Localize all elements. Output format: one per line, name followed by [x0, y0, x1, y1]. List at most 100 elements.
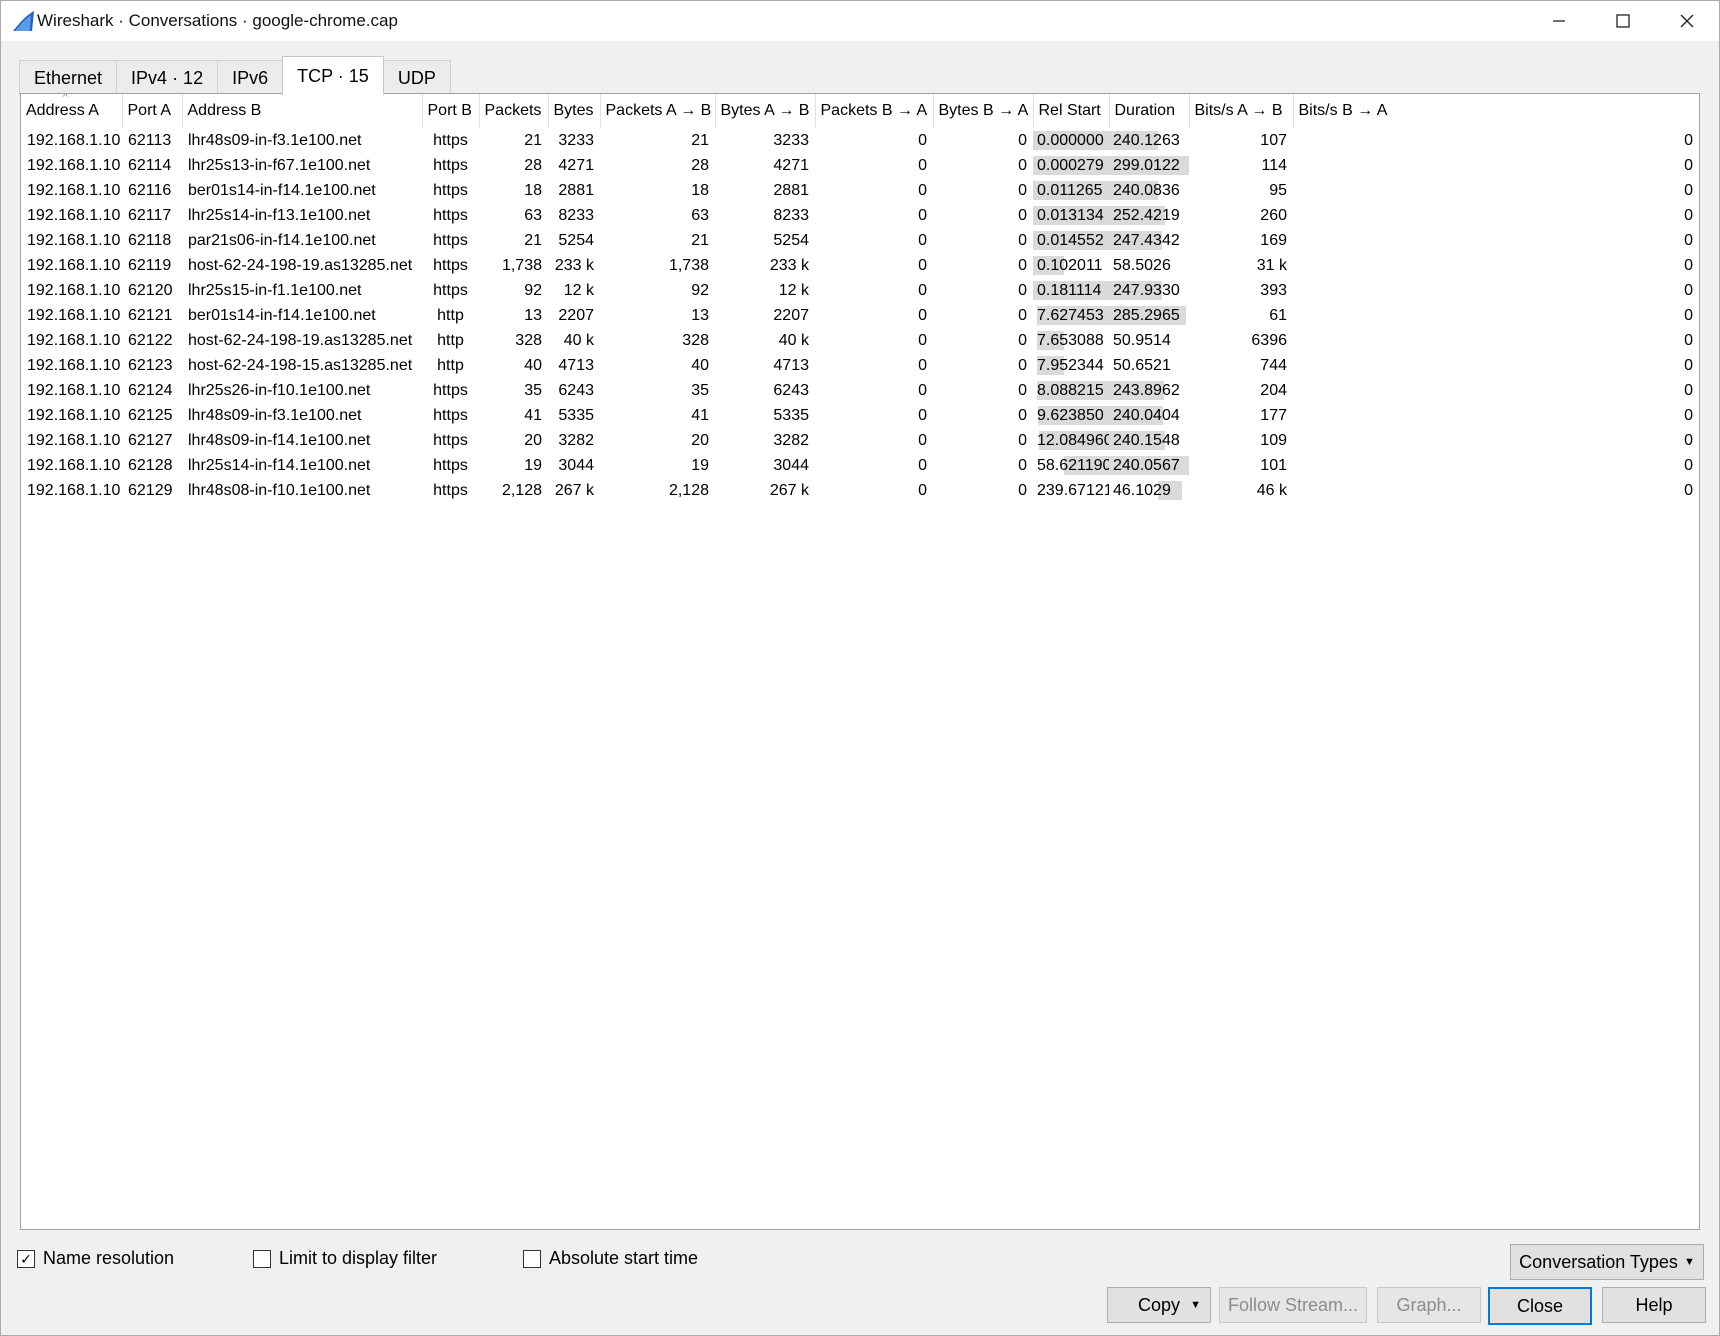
- absolute-start-checkbox[interactable]: [523, 1249, 541, 1268]
- limit-filter-option[interactable]: Limit to display filter: [253, 1248, 437, 1269]
- column-header[interactable]: Duration: [1109, 94, 1190, 128]
- table-row[interactable]: 192.168.1.10 62125 lhr48s09-in-f3.1e100.ne…: [21, 403, 1699, 428]
- table-cell: 192.168.1.10: [27, 331, 121, 349]
- table-cell: lhr25s14-in-f14.1e100.net: [188, 456, 371, 474]
- column-header[interactable]: Packets B → A: [815, 94, 934, 128]
- close-window-button[interactable]: [1655, 1, 1719, 41]
- title-bar[interactable]: Wireshark · Conversations · google-chrom…: [1, 1, 1719, 41]
- column-header[interactable]: Address B: [182, 94, 423, 128]
- table-row[interactable]: 192.168.1.10 62124 lhr25s26-in-f10.1e100.n…: [21, 378, 1699, 403]
- table-cell: 61: [1269, 306, 1287, 324]
- table-cell: lhr48s09-in-f14.1e100.net: [188, 431, 371, 449]
- table-cell-value: 7.627453: [1037, 306, 1104, 324]
- table-row[interactable]: 192.168.1.10 62119 host-62-24-198-19.as132…: [21, 253, 1699, 278]
- conversation-types-button[interactable]: Conversation Types ▼: [1510, 1244, 1704, 1280]
- table-cell: 5335: [558, 406, 594, 424]
- table-row[interactable]: 192.168.1.10 62129 lhr48s08-in-f10.1e100.n…: [21, 478, 1699, 503]
- table-cell: 7.653088: [1033, 328, 1109, 353]
- column-header[interactable]: Port B: [422, 94, 480, 128]
- table-cell: 299.0122: [1109, 153, 1189, 178]
- table-cell: 19: [524, 456, 542, 474]
- table-cell: 0: [1018, 281, 1027, 299]
- name-resolution-option[interactable]: ✓ Name resolution: [17, 1248, 174, 1269]
- table-row[interactable]: 192.168.1.10 62123 host-62-24-198-15.as132…: [21, 353, 1699, 378]
- table-cell: 204: [1260, 381, 1287, 399]
- table-cell: 177: [1260, 406, 1287, 424]
- follow-stream-button[interactable]: Follow Stream...: [1219, 1287, 1367, 1323]
- table-cell: 240.1548: [1109, 428, 1189, 453]
- column-header[interactable]: Address A ^: [21, 94, 123, 128]
- tab-ipv6[interactable]: IPv6: [217, 60, 284, 95]
- table-row[interactable]: 192.168.1.10 62120 lhr25s15-in-f1.1e100.ne…: [21, 278, 1699, 303]
- table-cell: 0: [1684, 456, 1693, 474]
- help-button[interactable]: Help: [1602, 1287, 1706, 1323]
- table-row[interactable]: 192.168.1.10 62117 lhr25s14-in-f13.1e100.n…: [21, 203, 1699, 228]
- table-cell-value: 240.1548: [1113, 431, 1180, 449]
- table-cell-value: 0.000279: [1037, 156, 1104, 174]
- table-cell: 3282: [558, 431, 594, 449]
- tab-tcp[interactable]: TCP · 15: [282, 56, 384, 95]
- table-cell: 5335: [773, 406, 809, 424]
- table-cell: 8233: [773, 206, 809, 224]
- table-cell: 192.168.1.10: [27, 356, 121, 374]
- table-row[interactable]: 192.168.1.10 62122 host-62-24-198-19.as132…: [21, 328, 1699, 353]
- tab-udp[interactable]: UDP: [382, 60, 451, 95]
- table-cell: 0: [1684, 306, 1693, 324]
- table-row[interactable]: 192.168.1.10 62121 ber01s14-in-f14.1e100.n…: [21, 303, 1699, 328]
- table-cell: 0: [1684, 331, 1693, 349]
- table-cell: 5254: [558, 231, 594, 249]
- table-cell: 192.168.1.10: [27, 281, 121, 299]
- table-cell: 0: [1684, 356, 1693, 374]
- table-cell: 3233: [773, 131, 809, 149]
- table-cell: 233 k: [554, 256, 594, 274]
- table-row[interactable]: 192.168.1.10 62127 lhr48s09-in-f14.1e100.n…: [21, 428, 1699, 453]
- table-cell: http: [437, 356, 464, 374]
- column-header[interactable]: Bytes A → B: [715, 94, 816, 128]
- column-header[interactable]: Bytes: [548, 94, 601, 128]
- table-cell-value: 8.088215: [1037, 381, 1104, 399]
- table-cell: host-62-24-198-15.as13285.net: [188, 356, 413, 374]
- table-cell: 0: [918, 406, 927, 424]
- column-header[interactable]: Packets: [479, 94, 549, 128]
- table-cell: 7.952344: [1033, 353, 1109, 378]
- table-cell: https: [433, 156, 468, 174]
- maximize-button[interactable]: [1591, 1, 1655, 41]
- conversation-table-panel[interactable]: Address A ^ Port A Address B Port B Packets By…: [20, 93, 1700, 1230]
- table-cell: 0: [1018, 356, 1027, 374]
- table-row[interactable]: 192.168.1.10 62118 par21s06-in-f14.1e100.n…: [21, 228, 1699, 253]
- table-cell: 2207: [773, 306, 809, 324]
- graph-button[interactable]: Graph...: [1377, 1287, 1481, 1323]
- tab-ipv4[interactable]: IPv4 · 12: [116, 60, 219, 95]
- table-cell: 62129: [128, 481, 173, 499]
- conversations-window: Wireshark · Conversations · google-chrom…: [0, 0, 1720, 1336]
- limit-filter-checkbox[interactable]: [253, 1249, 271, 1268]
- table-cell-value: 0.011265: [1037, 181, 1103, 199]
- column-header[interactable]: Packets A → B: [600, 94, 716, 128]
- table-cell-value: 0.102011: [1037, 256, 1103, 274]
- table-cell-value: 9.623850: [1037, 406, 1104, 424]
- copy-button[interactable]: Copy ▼: [1107, 1287, 1211, 1323]
- column-header[interactable]: Bits/s B → A: [1293, 94, 1699, 128]
- table-row[interactable]: 192.168.1.10 62113 lhr48s09-in-f3.1e100.ne…: [21, 128, 1699, 153]
- tab-ethernet[interactable]: Ethernet: [19, 60, 118, 95]
- table-cell: 0: [1684, 231, 1693, 249]
- column-header[interactable]: Bytes B → A: [933, 94, 1034, 128]
- table-cell: 192.168.1.10: [27, 381, 121, 399]
- table-cell: 4271: [773, 156, 809, 174]
- table-cell: 0: [1684, 406, 1693, 424]
- column-header[interactable]: Rel Start: [1033, 94, 1110, 128]
- table-row[interactable]: 192.168.1.10 62128 lhr25s14-in-f14.1e100.n…: [21, 453, 1699, 478]
- copy-label: Copy: [1137, 1294, 1181, 1315]
- column-header[interactable]: Bits/s A → B: [1189, 94, 1294, 128]
- table-cell: 0: [1684, 256, 1693, 274]
- table-cell: 0: [1684, 131, 1693, 149]
- minimize-button[interactable]: [1527, 1, 1591, 41]
- table-cell: ber01s14-in-f14.1e100.net: [188, 181, 376, 199]
- table-row[interactable]: 192.168.1.10 62114 lhr25s13-in-f67.1e100.n…: [21, 153, 1699, 178]
- column-header[interactable]: Port A: [122, 94, 183, 128]
- absolute-start-option[interactable]: Absolute start time: [523, 1248, 698, 1269]
- table-cell: 18: [691, 181, 709, 199]
- table-row[interactable]: 192.168.1.10 62116 ber01s14-in-f14.1e100.n…: [21, 178, 1699, 203]
- name-resolution-checkbox[interactable]: ✓: [17, 1249, 35, 1268]
- close-button[interactable]: Close: [1488, 1287, 1592, 1325]
